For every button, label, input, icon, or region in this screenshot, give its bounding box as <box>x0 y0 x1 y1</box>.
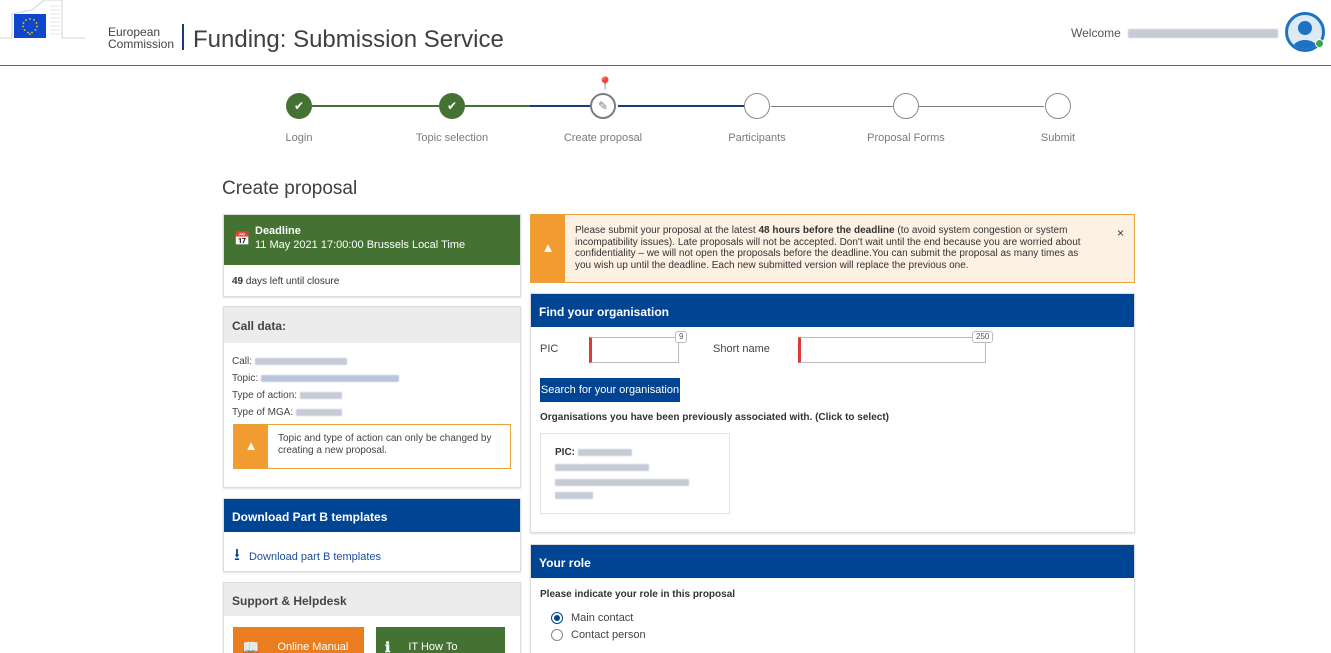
redacted-org-address <box>555 479 689 486</box>
find-organisation-heading: Find your organisation <box>531 294 1134 327</box>
your-role-card: Your role Please indicate your role in t… <box>530 544 1135 653</box>
pencil-icon: ✎ <box>597 99 609 113</box>
days-left: 49 days left until closure <box>232 276 340 287</box>
redacted-org-name <box>555 464 649 471</box>
warning-icon: ▲ <box>531 215 565 282</box>
location-pin-icon: 📍 <box>597 76 614 91</box>
deadline-alert: ▲ Please submit your proposal at the lat… <box>530 214 1135 283</box>
short-name-input[interactable] <box>798 337 986 363</box>
info-icon: ℹ <box>385 638 391 653</box>
search-organisation-button[interactable]: Search for your organisation <box>540 378 680 402</box>
short-name-char-counter: 250 <box>972 331 994 343</box>
download-templates-link[interactable]: ⭳ Download part B templates <box>224 532 520 581</box>
step-create-proposal[interactable]: ✎ <box>590 93 616 119</box>
step-label: Submit <box>1040 132 1076 144</box>
step-connector <box>618 105 745 107</box>
call-data-heading: Call data: <box>224 307 520 343</box>
download-icon: ⭳ <box>234 545 240 564</box>
redacted-pic <box>577 448 632 456</box>
european-commission-logo[interactable] <box>0 0 85 40</box>
close-icon[interactable]: × <box>1117 226 1124 240</box>
alert-text: Please submit your proposal at the lates… <box>575 225 1081 271</box>
redacted-action <box>299 391 342 399</box>
short-name-label: Short name <box>713 343 770 355</box>
days-left-count: 49 <box>232 276 244 287</box>
previous-organisations-label: Organisations you have been previously a… <box>540 412 889 423</box>
pic-label: PIC <box>540 343 559 355</box>
online-manual-button[interactable]: 📖 Online Manual <box>233 627 364 653</box>
support-card: Support & Helpdesk 📖 Online Manual ℹ IT … <box>223 582 521 653</box>
find-organisation-card: Find your organisation PIC 9 Short name … <box>530 293 1135 533</box>
your-role-heading: Your role <box>531 545 1134 578</box>
book-icon: 📖 <box>242 638 260 653</box>
page-title: Create proposal <box>222 178 358 199</box>
step-participants[interactable] <box>744 93 770 119</box>
organisation-name: European Commission <box>108 25 175 51</box>
check-icon: ✔ <box>446 99 458 113</box>
redacted-mga <box>295 408 342 416</box>
step-connector <box>530 105 590 107</box>
step-proposal-forms[interactable] <box>893 93 919 119</box>
support-heading: Support & Helpdesk <box>224 583 520 616</box>
call-data-card: Call data: Call: Topic: Type of action: … <box>223 306 521 488</box>
download-templates-card: Download Part B templates ⭳ Download par… <box>223 498 521 572</box>
download-heading: Download Part B templates <box>224 499 520 532</box>
deadline-header: 📅 Deadline 11 May 2021 17:00:00 Brussels… <box>224 215 520 265</box>
role-question: Please indicate your role in this propos… <box>540 589 736 600</box>
app-title: Funding: Submission Service <box>193 26 504 53</box>
step-label: Create proposal <box>563 132 643 144</box>
warning-icon: ▲ <box>234 425 268 468</box>
step-label: Participants <box>728 132 786 144</box>
pic-input[interactable] <box>589 337 679 363</box>
pic-char-counter: 9 <box>675 331 688 343</box>
title-divider <box>182 24 184 50</box>
step-login[interactable]: ✔ <box>286 93 312 119</box>
redacted-org-country <box>555 492 593 499</box>
topic-change-warning: ▲ Topic and type of action can only be c… <box>233 424 511 469</box>
app-header: European Commission Funding: Submission … <box>0 0 1331 66</box>
online-status-dot <box>1315 39 1324 48</box>
call-data-body: Call: Topic: Type of action: Type of MGA… <box>224 343 520 431</box>
step-connector <box>312 105 439 107</box>
contact-person-radio[interactable]: Contact person <box>551 629 646 641</box>
redacted-call <box>254 357 347 365</box>
deadline-heading: Deadline <box>255 225 301 237</box>
redacted-user-name <box>1128 29 1279 39</box>
step-topic-selection[interactable]: ✔ <box>439 93 465 119</box>
step-connector <box>919 106 1044 107</box>
step-label: Login <box>285 132 313 144</box>
check-icon: ✔ <box>293 99 305 113</box>
step-connector <box>771 106 893 107</box>
deadline-date: 11 May 2021 17:00:00 Brussels Local Time <box>255 239 466 251</box>
step-submit[interactable] <box>1045 93 1071 119</box>
it-howto-button[interactable]: ℹ IT How To <box>376 627 505 653</box>
deadline-card: 📅 Deadline 11 May 2021 17:00:00 Brussels… <box>223 214 521 297</box>
previous-organisation-item[interactable]: PIC: <box>540 433 730 514</box>
redacted-topic <box>260 374 399 382</box>
radio-selected[interactable] <box>551 612 563 624</box>
step-label: Proposal Forms <box>867 132 945 144</box>
welcome-text: Welcome <box>1071 26 1279 40</box>
calendar-icon: 📅 <box>234 231 251 246</box>
main-contact-radio[interactable]: Main contact <box>551 612 633 624</box>
radio-unselected[interactable] <box>551 629 563 641</box>
step-label: Topic selection <box>415 132 489 144</box>
